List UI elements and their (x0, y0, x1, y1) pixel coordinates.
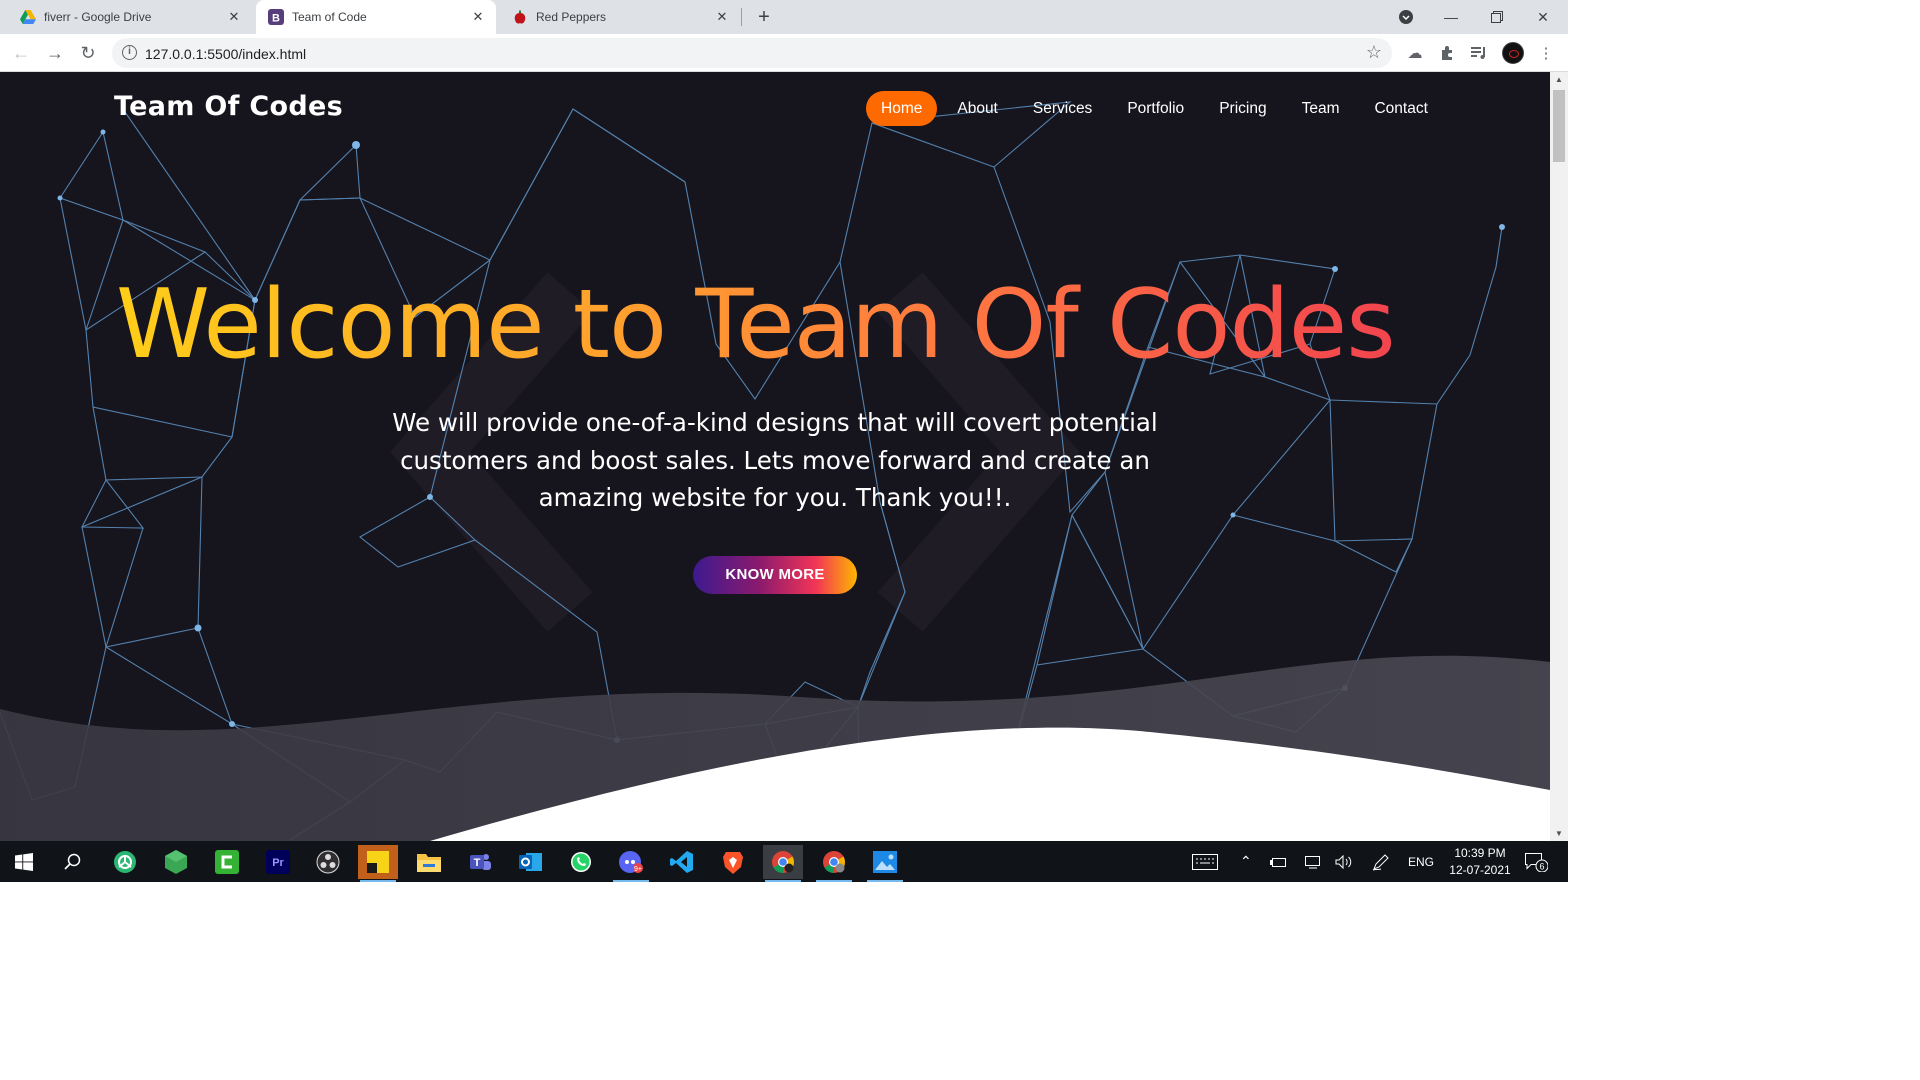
battery-icon[interactable] (1270, 841, 1288, 882)
notification-center-icon[interactable]: 6 (1524, 841, 1548, 882)
scroll-up-icon[interactable]: ▲ (1554, 75, 1564, 84)
forward-icon[interactable]: → (42, 40, 68, 66)
scrollbar-thumb[interactable] (1553, 90, 1565, 162)
nav-home[interactable]: Home (866, 91, 938, 126)
svg-text:Pr: Pr (272, 857, 284, 869)
vscode-icon[interactable] (662, 845, 702, 879)
nav-contact[interactable]: Contact (1359, 91, 1442, 126)
bootstrap-icon: B (268, 9, 284, 25)
address-bar[interactable]: i 127.0.0.1:5500/index.html ☆ (112, 38, 1392, 68)
back-icon[interactable]: ← (8, 40, 34, 66)
windows-start-icon[interactable] (4, 845, 44, 879)
green-circle-app-icon[interactable] (105, 845, 145, 879)
close-icon[interactable]: ✕ (226, 9, 242, 25)
site-brand[interactable]: Team Of Codes (114, 91, 343, 122)
chevron-up-icon[interactable]: ⌃ (1240, 841, 1252, 882)
svg-text:T: T (474, 857, 481, 869)
nav-portfolio[interactable]: Portfolio (1112, 91, 1199, 126)
brave-browser-icon[interactable] (713, 845, 753, 879)
tab-team-of-code[interactable]: B Team of Code ✕ (256, 0, 496, 34)
tab-title: Red Peppers (536, 10, 607, 24)
reload-icon[interactable]: ↻ (75, 40, 101, 66)
google-drive-icon (20, 9, 36, 25)
url-text[interactable]: 127.0.0.1:5500/index.html (145, 46, 306, 62)
menu-kebab-icon[interactable]: ⋮ (1535, 42, 1557, 64)
hexagon-app-icon[interactable] (156, 845, 196, 879)
file-explorer-icon[interactable] (409, 845, 449, 879)
clock-time: 10:39 PM (1454, 846, 1506, 860)
tab-title: fiverr - Google Drive (44, 10, 152, 24)
tab-red-peppers[interactable]: Red Peppers ✕ (500, 0, 740, 34)
hero-title: Welcome to Team Of Codes (116, 270, 1396, 380)
browser-toolbar: ← → ↻ i 127.0.0.1:5500/index.html ☆ ☁ ⋮ (0, 34, 1568, 72)
scroll-down-icon[interactable]: ▼ (1554, 829, 1564, 838)
nav-team[interactable]: Team (1287, 91, 1355, 126)
bookmark-star-icon[interactable]: ☆ (1366, 42, 1382, 63)
minimize-icon[interactable]: — (1428, 0, 1474, 34)
tab-search-icon[interactable] (1383, 0, 1429, 34)
know-more-button[interactable]: KNOW MORE (693, 556, 857, 594)
tab-separator (741, 8, 742, 26)
tab-google-drive[interactable]: fiverr - Google Drive ✕ (8, 0, 252, 34)
pepper-icon (512, 9, 528, 25)
clock-date: 12-07-2021 (1449, 863, 1511, 877)
info-icon[interactable]: i (122, 45, 137, 60)
close-icon[interactable]: ✕ (714, 9, 730, 25)
hero-subtitle: We will provide one-of-a-kind designs th… (375, 404, 1175, 517)
microsoft-teams-icon[interactable]: T (460, 845, 500, 879)
keyboard-touch-icon[interactable] (1192, 841, 1218, 882)
notification-count: 6 (1539, 861, 1544, 871)
photos-icon[interactable] (865, 845, 905, 882)
hero-subtitle-line: amazing website for you. Thank you!!. (538, 483, 1012, 512)
nav-pricing[interactable]: Pricing (1204, 91, 1281, 126)
site-nav: Home About Services Portfolio Pricing Te… (866, 91, 1448, 126)
hero-subtitle-line: customers and boost sales. Lets move for… (400, 445, 1150, 475)
media-queue-icon[interactable] (1468, 42, 1490, 64)
obs-icon[interactable] (308, 845, 348, 879)
language-indicator[interactable]: ENG (1408, 841, 1434, 882)
network-icon[interactable] (1303, 841, 1321, 882)
nav-about[interactable]: About (942, 91, 1013, 126)
whatsapp-icon[interactable] (561, 845, 601, 879)
volume-icon[interactable] (1335, 841, 1353, 882)
search-icon[interactable] (52, 845, 92, 879)
camtasia-icon[interactable] (207, 845, 247, 879)
svg-text:9+: 9+ (634, 866, 642, 873)
tab-strip: fiverr - Google Drive ✕ B Team of Code ✕… (0, 0, 1568, 34)
system-clock[interactable]: 10:39 PM 12-07-2021 (1440, 845, 1520, 879)
tab-title: Team of Code (292, 10, 367, 24)
extension-cloud-icon[interactable]: ☁ (1404, 42, 1426, 64)
premiere-pro-icon[interactable]: Pr (258, 845, 298, 879)
restore-icon[interactable] (1474, 0, 1520, 34)
nav-services[interactable]: Services (1018, 91, 1107, 126)
web-page: Team Of Codes Home About Services Portfo… (0, 72, 1550, 841)
extensions-puzzle-icon[interactable] (1436, 42, 1458, 64)
browser-chrome: fiverr - Google Drive ✕ B Team of Code ✕… (0, 0, 1568, 72)
chrome-profile-icon[interactable] (814, 845, 854, 882)
page-scrollbar[interactable]: ▲ ▼ (1550, 72, 1568, 841)
chrome-icon[interactable] (763, 845, 803, 882)
sticky-notes-icon[interactable] (358, 845, 398, 882)
profile-avatar[interactable] (1502, 42, 1524, 64)
svg-text:B: B (272, 13, 280, 25)
pen-icon[interactable] (1372, 841, 1390, 882)
discord-icon[interactable]: 9+ (611, 845, 651, 882)
close-icon[interactable]: ✕ (470, 9, 486, 25)
close-window-icon[interactable]: ✕ (1520, 0, 1566, 34)
new-tab-button[interactable]: + (753, 6, 775, 28)
windows-taskbar: Pr T 9+ ⌃ ENG 10:39 PM 12-07-2021 6 (0, 841, 1568, 882)
hero-subtitle-line: We will provide one-of-a-kind designs th… (392, 408, 1158, 437)
outlook-icon[interactable] (510, 845, 550, 879)
